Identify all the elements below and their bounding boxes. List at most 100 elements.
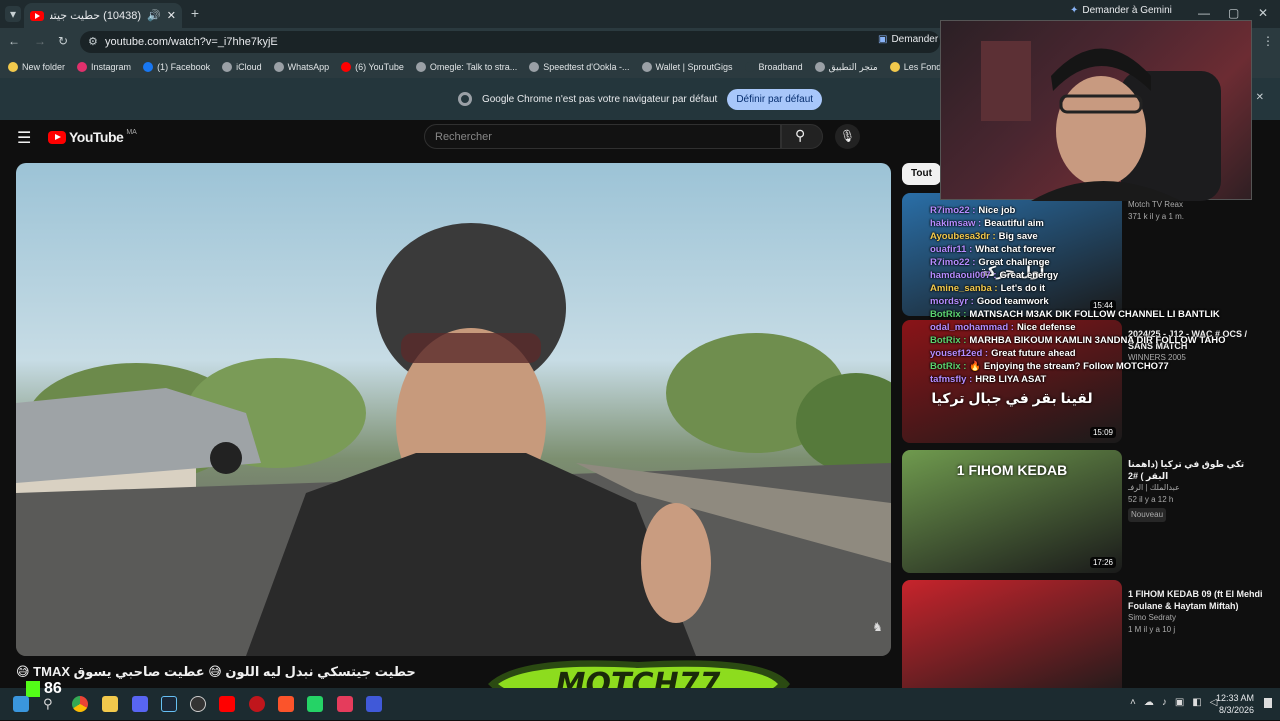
- bookmark-item[interactable]: متجر التطبيق: [814, 62, 878, 73]
- bookmark-label: Omegle: Talk to stra...: [429, 62, 518, 72]
- back-icon[interactable]: ←: [8, 34, 20, 48]
- bookmark-item[interactable]: iCloud: [222, 62, 262, 72]
- search-icon: ⚲: [795, 127, 806, 143]
- close-window-icon[interactable]: ✕: [1258, 6, 1268, 20]
- infobar-message: Google Chrome n'est pas votre navigateur…: [481, 93, 718, 105]
- youtube-favicon-icon: [30, 10, 44, 21]
- site-info-icon[interactable]: ⚙: [88, 31, 98, 53]
- video-player[interactable]: ♞: [16, 163, 891, 656]
- bookmark-item[interactable]: Wallet | SproutGigs: [641, 62, 733, 72]
- browser-tab[interactable]: (10438) حطيت جيتسكي نبدل ليه اللون 🔊 ✕: [24, 3, 182, 28]
- chat-message: hamdaoui007 : Great energy: [930, 269, 1280, 282]
- chat-username: R7imo22 :: [930, 205, 976, 216]
- bookmark-favicon-icon: [889, 62, 900, 72]
- new-tab-button[interactable]: +: [188, 5, 202, 21]
- bookmark-label: Speedtest d'Ookla -...: [543, 62, 630, 72]
- chat-username: R7imo22 :: [930, 257, 976, 268]
- brave-icon[interactable]: [278, 696, 294, 712]
- chat-username: ouafir11 :: [930, 244, 973, 255]
- voice-search-icon[interactable]: 🎙: [835, 124, 860, 149]
- bookmark-label: Broadband: [758, 62, 803, 72]
- chat-message: BotRix : 🔥 Enjoying the stream? Follow MO…: [930, 360, 1280, 373]
- chat-text: 🔥 Enjoying the stream? Follow MOTCHO77: [969, 361, 1169, 372]
- tab-audio-icon[interactable]: 🔊: [147, 9, 161, 22]
- recommendation-thumbnail[interactable]: [902, 580, 1122, 703]
- youtube-logo[interactable]: YouTube MA: [48, 129, 137, 145]
- menu-kebab-icon[interactable]: ⋮: [1262, 34, 1274, 48]
- chat-text: What chat forever: [975, 244, 1056, 255]
- chat-message: ouafir11 : What chat forever: [930, 243, 1280, 256]
- bookmark-label: New folder: [22, 62, 66, 72]
- reload-icon[interactable]: ↻: [58, 34, 68, 48]
- search-button[interactable]: ⚲: [781, 124, 823, 149]
- app-pink-icon[interactable]: [337, 696, 353, 712]
- chat-username: tafmsfly :: [930, 374, 973, 385]
- stream-chat-overlay: R7imo22 : Nice job hakimsaw : Beautiful aim…: [930, 204, 1280, 386]
- bookmark-item[interactable]: Instagram: [77, 62, 131, 72]
- recommendation-info[interactable]: تكي طوق في تركيا (داهمنا البقر ) #2 عبدال…: [1128, 458, 1268, 522]
- bookmark-favicon-icon: [273, 62, 284, 72]
- obs-icon[interactable]: [190, 696, 206, 712]
- taskbar-clock[interactable]: 12:33 AM 8/3/2026: [1216, 692, 1254, 716]
- start-windows-icon[interactable]: [13, 696, 29, 712]
- bookmark-item[interactable]: Broadband: [744, 62, 803, 72]
- maximize-icon[interactable]: ▢: [1228, 6, 1239, 20]
- discord-icon[interactable]: [132, 696, 148, 712]
- bookmark-item[interactable]: Omegle: Talk to stra...: [415, 62, 518, 72]
- steam-icon[interactable]: [161, 696, 177, 712]
- address-bar[interactable]: ⚙ youtube.com/watch?v=_i7hhe7kyjE: [80, 31, 940, 53]
- set-default-button[interactable]: Définir par défaut: [727, 88, 823, 110]
- chat-message: Amine_sanba : Let's do it: [930, 282, 1280, 295]
- webcam-frame: [981, 41, 1221, 201]
- new-badge: Nouveau: [1128, 508, 1167, 522]
- chrome-taskbar-icon[interactable]: [72, 696, 88, 712]
- bookmark-favicon-icon: [529, 62, 540, 72]
- chat-username: hakimsaw :: [930, 218, 982, 229]
- youtube-wordmark: YouTube: [69, 129, 124, 145]
- bookmark-item[interactable]: (1) Facebook: [143, 62, 210, 72]
- search-placeholder: Rechercher: [435, 131, 492, 143]
- chat-text: Great future ahead: [991, 348, 1076, 359]
- bookmark-favicon-icon: [641, 62, 652, 72]
- recommendation-thumbnail[interactable]: 1 FIHOM KEDAB 17:26: [902, 450, 1122, 573]
- notifications-icon[interactable]: [1264, 698, 1272, 708]
- recommendation-info[interactable]: 1 FIHOM KEDAB 09 (ft El Mehdi Foulane & …: [1128, 588, 1268, 636]
- chat-message: mordsyr : Good teamwork: [930, 295, 1280, 308]
- bookmark-item[interactable]: WhatsApp: [273, 62, 329, 72]
- gemini-icon: ✦: [1070, 5, 1079, 16]
- forward-icon[interactable]: →: [34, 34, 46, 48]
- filter-chip-all[interactable]: Tout: [902, 163, 941, 185]
- chat-username: BotRix :: [930, 309, 967, 320]
- thumbnail-caption: 1 FIHOM KEDAB: [956, 462, 1068, 478]
- tab-search-icon[interactable]: ▾: [5, 6, 21, 22]
- chat-message: hakimsaw : Beautiful aim: [930, 217, 1280, 230]
- file-explorer-icon[interactable]: [102, 696, 118, 712]
- gemini-button[interactable]: ✦ Demander à Gemini: [1070, 5, 1172, 16]
- bookmark-item[interactable]: New folder: [8, 62, 65, 72]
- search-input[interactable]: Rechercher: [424, 124, 781, 149]
- app-red-icon[interactable]: [249, 696, 265, 712]
- system-tray-icons[interactable]: ˄☁♪▣◧◁: [1130, 697, 1225, 708]
- whatsapp-taskbar-icon[interactable]: [307, 696, 323, 712]
- minimize-icon[interactable]: —: [1198, 6, 1210, 20]
- infobar-close-icon[interactable]: ✕: [1256, 92, 1264, 103]
- gemini-omnibox-button[interactable]: ▣ Demander: [878, 34, 938, 45]
- gemini-label: Demander à Gemini: [1082, 5, 1172, 16]
- app-blue-icon[interactable]: [366, 696, 382, 712]
- bookmark-item[interactable]: Speedtest d'Ookla -...: [529, 62, 630, 72]
- bookmark-item[interactable]: (6) YouTube: [341, 62, 404, 72]
- bookmark-label: (1) Facebook: [157, 62, 211, 72]
- bookmark-label: Wallet | SproutGigs: [655, 62, 733, 72]
- thumbnail-caption: لقينا بقر في جبال تركيا: [931, 390, 1093, 406]
- taskbar-search-icon[interactable]: ⚲: [43, 696, 59, 712]
- chat-message: odal_mohammad : Nice defense: [930, 321, 1280, 334]
- rec-meta: 52 il y a 12 h: [1128, 495, 1174, 504]
- chat-text: Nice defense: [1016, 322, 1076, 333]
- chat-text: Nice job: [978, 205, 1016, 216]
- youtube-taskbar-icon[interactable]: [219, 696, 235, 712]
- tab-close-icon[interactable]: ✕: [167, 9, 176, 22]
- webcam-overlay: [940, 20, 1252, 201]
- chat-username: yousef12ed :: [930, 348, 989, 359]
- bookmark-favicon-icon: [143, 62, 154, 72]
- hamburger-menu-icon[interactable]: ☰: [17, 128, 31, 148]
